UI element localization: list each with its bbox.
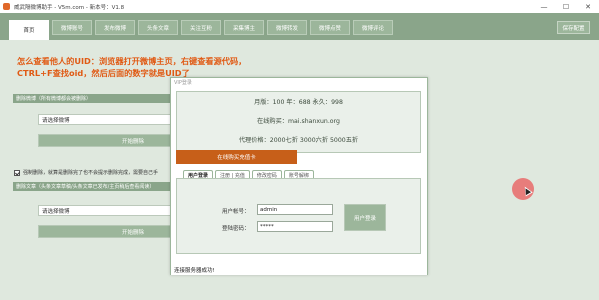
purchase-url: 在线购买：mai.shanxun.org — [257, 118, 340, 125]
window-controls: — ☐ ✕ — [533, 0, 599, 13]
maximize-button[interactable]: ☐ — [555, 0, 577, 13]
minimize-button[interactable]: — — [533, 0, 555, 13]
weibo-select-2-value: 请选择微博 — [42, 208, 70, 215]
tab-post-weibo[interactable]: 发布微博 — [95, 20, 135, 35]
pricing-line: 月版：100 年：688 永久：998 — [254, 99, 343, 106]
tab-headline-article[interactable]: 头条文章 — [138, 20, 178, 35]
uid-hint: 怎么查看他人的UID：浏览器打开微博主页，右键查看源代码， CTRL+F查找oi… — [17, 55, 317, 79]
agent-price: 代理价格：2000七折 3000六折 5000五折 — [238, 137, 359, 144]
pricing-panel: 月版：100 年：688 永久：998 在线购买：mai.shanxun.org… — [176, 91, 421, 153]
connection-status: 连接服务器成功! — [171, 264, 427, 275]
password-label: 登陆密码： — [222, 226, 250, 232]
user-login-button[interactable]: 用户登录 — [344, 204, 386, 231]
save-config-button[interactable]: 保存配置 — [557, 21, 590, 34]
uid-hint-line1: 怎么查看他人的UID：浏览器打开微博主页，右键查看源代码， — [17, 56, 247, 66]
tab-like[interactable]: 微博点赞 — [310, 20, 350, 35]
vip-login-dialog: VIP登录 月版：100 年：688 永久：998 在线购买：mai.shanx… — [170, 77, 428, 275]
force-delete-row[interactable]: 强制删除，就算是删除完了也不会提示删除完成，需要自己手 — [14, 169, 158, 176]
tab-weibo-account[interactable]: 微博账号 — [52, 20, 92, 35]
account-label: 用户帐号： — [222, 209, 250, 215]
force-delete-label: 强制删除，就算是删除完了也不会提示删除完成，需要自己手 — [23, 170, 159, 176]
account-input[interactable]: admin — [257, 204, 333, 215]
dialog-title: VIP登录 — [171, 78, 427, 87]
password-input[interactable]: ***** — [257, 221, 333, 232]
tab-home[interactable]: 首页 — [9, 20, 49, 40]
tab-repost[interactable]: 微博转发 — [267, 20, 307, 35]
login-panel: 用户帐号： admin 登陆密码： ***** 用户登录 — [176, 178, 421, 254]
window-titlebar: 威武隔微博助手 - V5m.com - 新本号：V1.8 — ☐ ✕ — [0, 0, 599, 13]
force-delete-checkbox[interactable] — [14, 169, 20, 176]
tab-comment[interactable]: 微博评论 — [353, 20, 393, 35]
close-button[interactable]: ✕ — [577, 0, 599, 13]
weibo-select-1-value: 请选择微博 — [42, 117, 70, 124]
app-icon — [3, 3, 10, 10]
tab-follow[interactable]: 关注互粉 — [181, 20, 221, 35]
window-title: 威武隔微博助手 - V5m.com - 新本号：V1.8 — [14, 4, 125, 11]
top-nav: 首页 微博账号 发布微博 头条文章 关注互粉 采集博主 微博转发 微博点赞 微博… — [0, 13, 599, 40]
buy-card-button[interactable]: 在线购买充值卡 — [176, 150, 297, 164]
tab-collect-blogger[interactable]: 采集博主 — [224, 20, 264, 35]
